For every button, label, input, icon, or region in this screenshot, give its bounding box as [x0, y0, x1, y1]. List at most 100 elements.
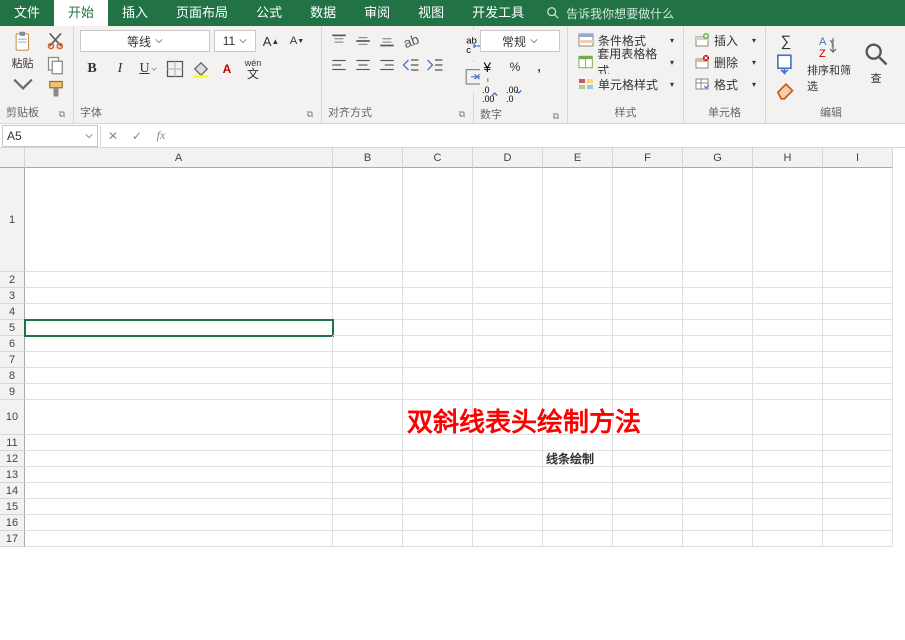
delete-cells-button[interactable]: 删除▾ [690, 52, 760, 72]
cell[interactable] [25, 467, 333, 483]
cell[interactable] [25, 515, 333, 531]
tab-home[interactable]: 开始 [54, 0, 108, 26]
cell[interactable] [753, 352, 823, 368]
cell[interactable] [823, 515, 893, 531]
cell[interactable] [823, 435, 893, 451]
italic-button[interactable]: I [108, 58, 132, 80]
font-color-button[interactable]: A [216, 58, 238, 80]
cell[interactable] [403, 384, 473, 400]
select-all-corner[interactable] [0, 148, 25, 168]
format-as-table-button[interactable]: 套用表格格式▾ [574, 52, 678, 72]
row-header[interactable]: 3 [0, 288, 25, 304]
cell[interactable] [823, 168, 893, 272]
tab-review[interactable]: 审阅 [350, 0, 404, 26]
cell[interactable] [823, 272, 893, 288]
cell[interactable] [473, 352, 543, 368]
cell[interactable] [543, 368, 613, 384]
cell[interactable] [333, 451, 403, 467]
cell[interactable] [403, 288, 473, 304]
cell[interactable] [25, 400, 333, 435]
cell[interactable] [753, 304, 823, 320]
number-launcher[interactable]: ⧉ [551, 111, 561, 122]
tab-data[interactable]: 数据 [296, 0, 350, 26]
cell[interactable] [683, 168, 753, 272]
cell[interactable] [823, 400, 893, 435]
cell[interactable] [753, 384, 823, 400]
row-header[interactable]: 6 [0, 336, 25, 352]
shrink-font-button[interactable]: A▼ [286, 30, 308, 52]
cell[interactable] [25, 168, 333, 272]
cell[interactable] [683, 288, 753, 304]
cell[interactable] [753, 168, 823, 272]
paste-button[interactable]: 粘贴 [6, 30, 39, 96]
grow-font-button[interactable]: A▲ [260, 30, 282, 52]
find-select-button[interactable]: 查 [862, 30, 890, 96]
cell[interactable] [683, 515, 753, 531]
cell[interactable] [473, 531, 543, 547]
cell[interactable] [543, 272, 613, 288]
comma-style-button[interactable]: , [528, 56, 550, 78]
cell[interactable] [333, 467, 403, 483]
cell[interactable] [613, 368, 683, 384]
alignment-launcher[interactable]: ⧉ [457, 109, 467, 120]
cell[interactable] [333, 368, 403, 384]
cell[interactable] [473, 304, 543, 320]
cell[interactable] [613, 352, 683, 368]
cell[interactable] [683, 368, 753, 384]
cell[interactable] [683, 304, 753, 320]
cell[interactable] [543, 320, 613, 336]
cell[interactable] [403, 272, 473, 288]
cell[interactable] [403, 467, 473, 483]
copy-button[interactable] [45, 54, 67, 76]
cell[interactable] [473, 368, 543, 384]
cell[interactable] [613, 435, 683, 451]
column-header[interactable]: D [473, 148, 543, 168]
cell[interactable] [613, 499, 683, 515]
cell[interactable] [543, 499, 613, 515]
cell[interactable] [473, 451, 543, 467]
cell[interactable] [403, 499, 473, 515]
cell[interactable] [333, 272, 403, 288]
column-header[interactable]: F [613, 148, 683, 168]
cells-area[interactable]: 线条绘制 [25, 168, 893, 547]
cell[interactable] [613, 168, 683, 272]
cell[interactable] [683, 531, 753, 547]
align-top-button[interactable] [328, 30, 350, 52]
cell[interactable] [683, 435, 753, 451]
cell[interactable] [543, 352, 613, 368]
cell[interactable] [333, 168, 403, 272]
cancel-formula-button[interactable]: ✕ [101, 125, 125, 147]
cell[interactable] [25, 272, 333, 288]
cell[interactable] [543, 304, 613, 320]
cell[interactable] [403, 304, 473, 320]
cell[interactable] [613, 467, 683, 483]
cell[interactable] [473, 168, 543, 272]
cell[interactable] [473, 384, 543, 400]
row-header[interactable]: 10 [0, 400, 25, 435]
column-header[interactable]: I [823, 148, 893, 168]
tab-formulas[interactable]: 公式 [242, 0, 296, 26]
fill-button[interactable] [772, 54, 800, 76]
row-header[interactable]: 11 [0, 435, 25, 451]
format-cells-button[interactable]: 格式▾ [690, 74, 760, 94]
cell[interactable] [543, 288, 613, 304]
cell[interactable] [333, 531, 403, 547]
fill-color-button[interactable] [190, 58, 212, 80]
cell[interactable] [473, 499, 543, 515]
row-header[interactable]: 9 [0, 384, 25, 400]
column-header[interactable]: B [333, 148, 403, 168]
cell[interactable] [25, 451, 333, 467]
cell[interactable] [683, 336, 753, 352]
tab-file[interactable]: 文件 [0, 0, 54, 26]
cell[interactable] [333, 515, 403, 531]
cell[interactable] [473, 320, 543, 336]
insert-cells-button[interactable]: 插入▾ [690, 30, 760, 50]
cell[interactable] [823, 483, 893, 499]
cell[interactable] [683, 483, 753, 499]
cell[interactable] [333, 304, 403, 320]
align-bottom-button[interactable] [376, 30, 398, 52]
cell[interactable] [25, 320, 333, 336]
row-header[interactable]: 15 [0, 499, 25, 515]
cell[interactable] [823, 304, 893, 320]
cell[interactable] [25, 304, 333, 320]
